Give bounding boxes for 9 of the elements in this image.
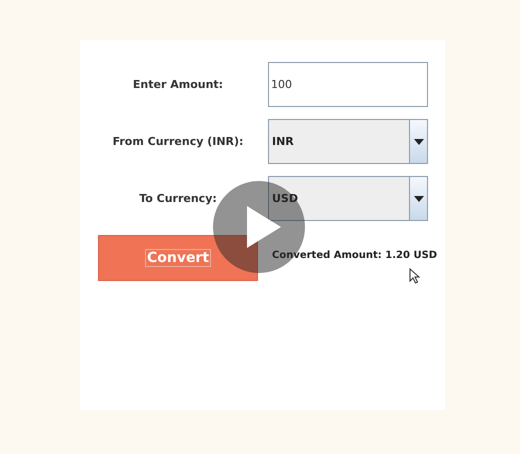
currency-dropdown[interactable]: INR bbox=[268, 119, 428, 164]
cursor-icon bbox=[409, 268, 420, 284]
field-label: From Currency (INR): bbox=[112, 135, 244, 148]
dropdown-arrow-icon bbox=[414, 196, 424, 202]
result-text: Converted Amount: 1.20 USD bbox=[272, 248, 438, 262]
field-label: To Currency: bbox=[139, 192, 217, 205]
dropdown-arrow-icon bbox=[414, 138, 424, 144]
field-label: Enter Amount: bbox=[132, 78, 224, 91]
amount-field[interactable]: 100 bbox=[268, 62, 428, 107]
